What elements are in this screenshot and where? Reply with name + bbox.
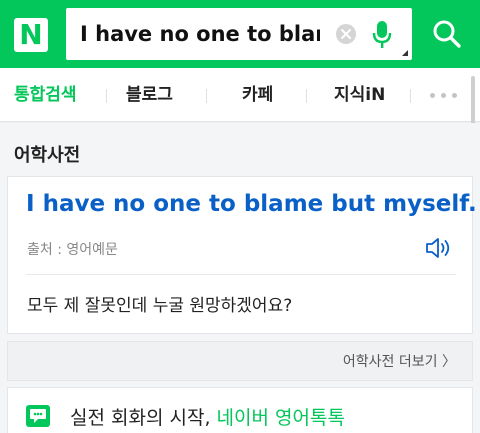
- translation-text: 모두 제 잘못인데 누굴 원망하겠어요?: [27, 296, 293, 316]
- chat-bubble-icon: [26, 405, 50, 427]
- tab-divider: [410, 89, 411, 103]
- search-icon: [433, 20, 461, 48]
- divider: [26, 274, 456, 275]
- header-bar: N I have no one to blame: [0, 0, 480, 68]
- search-box[interactable]: I have no one to blame: [66, 8, 412, 60]
- example-sentence[interactable]: I have no one to blame but myself.: [26, 191, 477, 217]
- section-title: 어학사전: [14, 145, 81, 166]
- clear-icon[interactable]: [336, 24, 356, 44]
- tab-blog[interactable]: 블로그: [126, 68, 173, 122]
- search-button[interactable]: [414, 0, 480, 68]
- logo-letter: N: [19, 18, 43, 51]
- more-dictionary-label: 어학사전 더보기: [342, 354, 438, 370]
- sentence-period: .: [468, 191, 477, 217]
- speaker-icon[interactable]: [424, 235, 454, 261]
- promo-brand-link[interactable]: 네이버 영어톡톡: [217, 407, 345, 429]
- tab-divider: [306, 89, 307, 103]
- dictionary-card: I have no one to blame but myself. 출처 : …: [7, 176, 477, 334]
- promo-text[interactable]: 실전 회화의 시작, 네이버 영어톡톡: [70, 403, 345, 430]
- tab-divider: [106, 89, 107, 103]
- more-dictionary-link[interactable]: 어학사전 더보기 〉: [343, 351, 456, 371]
- tab-cafe[interactable]: 카페: [242, 68, 273, 122]
- dictionary-section: 어학사전 I have no one to blame but myself. …: [0, 123, 480, 433]
- more-tabs-icon[interactable]: [430, 93, 457, 98]
- search-corner-mark: [402, 50, 408, 56]
- tab-integrated-search[interactable]: 통합검색: [14, 68, 77, 122]
- microphone-icon[interactable]: [372, 20, 392, 50]
- promo-card[interactable]: 실전 회화의 시작, 네이버 영어톡톡: [7, 387, 473, 433]
- search-tabs: 통합검색 블로그 카페 지식iN: [0, 68, 480, 136]
- search-input[interactable]: I have no one to blame: [80, 18, 320, 50]
- promo-prefix: 실전 회화의 시작,: [70, 407, 217, 429]
- sentence-text[interactable]: I have no one to blame but myself: [26, 191, 468, 217]
- chevron-right-icon: 〉: [442, 354, 456, 370]
- more-dictionary-bar[interactable]: 어학사전 더보기 〉: [7, 341, 473, 381]
- tab-divider: [206, 89, 207, 103]
- tab-knowledge-in[interactable]: 지식iN: [334, 68, 385, 122]
- naver-logo[interactable]: N: [14, 18, 48, 52]
- source-label: 출처 : 영어예문: [27, 242, 118, 258]
